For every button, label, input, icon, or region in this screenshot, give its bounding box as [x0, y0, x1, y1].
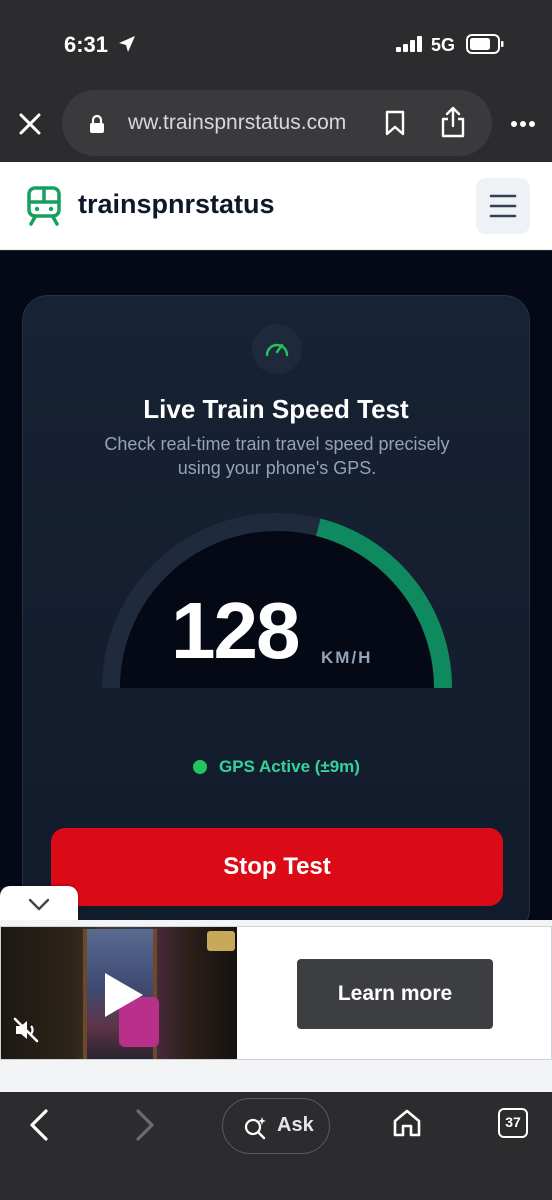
- ad-video-badge: [207, 931, 235, 951]
- chevron-down-icon: [28, 898, 50, 911]
- learn-more-button[interactable]: Learn more: [297, 959, 493, 1029]
- train-logo-icon[interactable]: [26, 186, 62, 226]
- browser-toolbar: Ask 37: [0, 1092, 552, 1200]
- ad-banner: Learn more: [0, 920, 552, 1092]
- tab-count: 37: [505, 1114, 521, 1130]
- status-time: 6:31: [64, 32, 109, 57]
- ask-label: Ask: [277, 1114, 314, 1136]
- tabs-button[interactable]: 37: [498, 1108, 528, 1138]
- home-icon[interactable]: [392, 1108, 422, 1138]
- card-subtitle: Check real-time train travel speed preci…: [104, 434, 450, 478]
- ad-container: Learn more: [0, 926, 552, 1060]
- muted-speaker-icon[interactable]: [13, 1017, 39, 1043]
- ask-button[interactable]: Ask: [222, 1098, 330, 1154]
- network-type: 5G: [431, 35, 456, 55]
- site-header: trainspnrstatus: [0, 162, 552, 250]
- site-name[interactable]: trainspnrstatus: [78, 189, 275, 220]
- ad-video[interactable]: [1, 927, 237, 1059]
- close-icon[interactable]: [16, 110, 44, 138]
- speed-test-card: Live Train Speed Test Check real-time tr…: [22, 295, 530, 920]
- share-icon[interactable]: [440, 106, 466, 138]
- bookmark-icon[interactable]: [384, 110, 406, 136]
- battery-icon: [466, 34, 504, 54]
- hamburger-icon: [489, 194, 517, 218]
- speed-unit: KM/H: [321, 648, 373, 667]
- speedometer-badge: [252, 324, 302, 374]
- address-bar[interactable]: ww.trainspnrstatus.com: [62, 90, 492, 156]
- hamburger-menu-button[interactable]: [476, 178, 530, 234]
- gps-status: GPS Active (±9m): [219, 757, 360, 776]
- card-title: Live Train Speed Test: [143, 394, 409, 424]
- cellular-signal-icon: [396, 36, 422, 52]
- speed-value: 128: [171, 586, 300, 675]
- play-icon[interactable]: [101, 971, 145, 1019]
- more-options-icon[interactable]: [510, 120, 536, 128]
- speedometer-icon: [265, 343, 289, 357]
- forward-icon[interactable]: [134, 1108, 156, 1142]
- stop-test-button[interactable]: Stop Test: [51, 828, 503, 906]
- gps-status-dot: [193, 760, 207, 774]
- back-icon[interactable]: [28, 1108, 50, 1142]
- browser-url-row: ww.trainspnrstatus.com: [0, 84, 552, 162]
- lock-icon: [90, 114, 104, 133]
- sparkle-search-icon: [244, 1117, 266, 1140]
- url-text[interactable]: ww.trainspnrstatus.com: [128, 111, 364, 135]
- main-content: Live Train Speed Test Check real-time tr…: [0, 251, 552, 920]
- status-bar: 6:31 5G: [0, 0, 552, 84]
- location-arrow-icon: [119, 36, 135, 52]
